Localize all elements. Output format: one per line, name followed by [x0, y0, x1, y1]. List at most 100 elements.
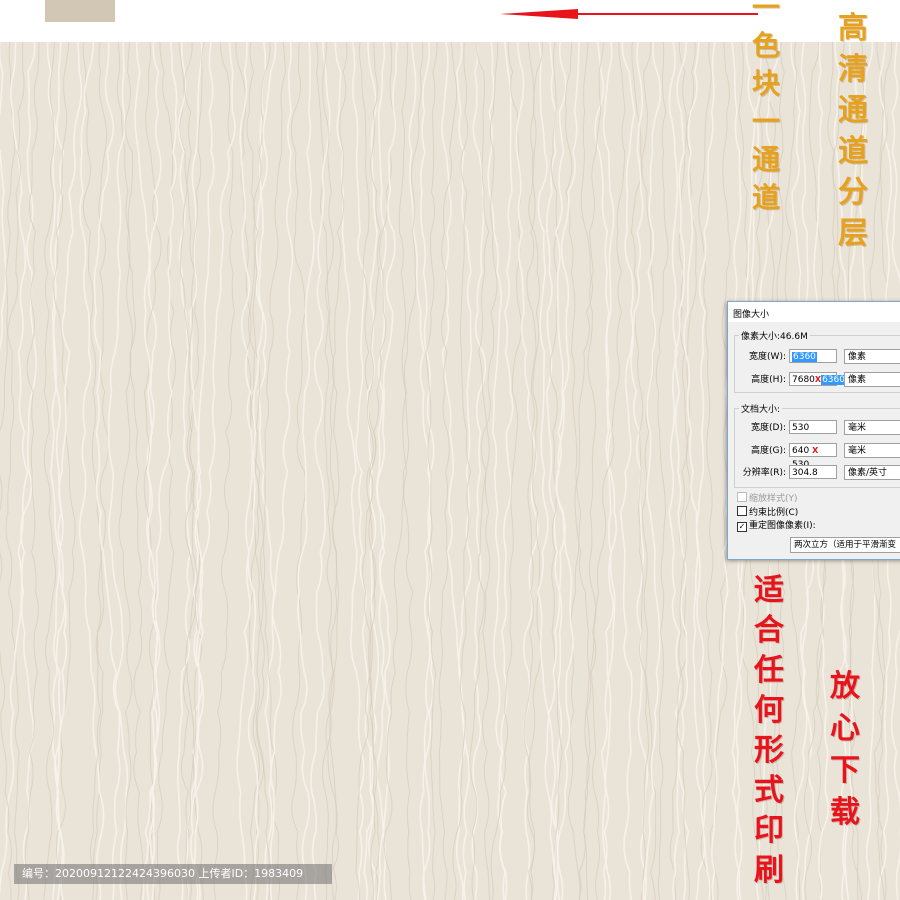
callout-char: 适: [754, 573, 784, 608]
callout-char: 分: [838, 175, 868, 210]
height-unit: 像素: [848, 375, 867, 385]
image-size-dialog: 图像大小 像素大小:46.6M 宽度(W): 6360 像素⌄ 高度(H): 7…: [727, 301, 900, 560]
resolution-unit-select[interactable]: 像素/英寸⌄: [844, 465, 900, 480]
callout-char: 通: [752, 143, 781, 176]
resolution-label: 分辨率(R):: [742, 468, 786, 478]
constrain-proportions-checkbox[interactable]: 约束比例(C): [737, 506, 798, 519]
callout-char: 道: [838, 134, 868, 169]
height-input[interactable]: 7680X6360: [789, 372, 846, 386]
resolution-input[interactable]: 304.8: [789, 465, 837, 479]
callout-char: 印: [754, 813, 784, 848]
texture-fiber: [527, 42, 542, 900]
texture-fiber: [246, 42, 265, 900]
height-new-value: 6360: [821, 375, 846, 385]
texture-fiber: [698, 42, 714, 900]
texture-fiber: [20, 42, 37, 900]
texture-fiber: [78, 42, 105, 900]
callout-hd-channel-layers: 高 清 通 道 分 层: [838, 14, 868, 260]
texture-fiber: [212, 42, 236, 900]
callout-char: 通: [838, 93, 868, 128]
texture-fiber: [43, 42, 57, 900]
callout-char: 高: [838, 11, 868, 46]
width-input[interactable]: 6360: [789, 349, 837, 363]
width-unit: 像素: [848, 352, 867, 362]
callout-char: 下: [830, 753, 860, 788]
texture-fiber: [672, 42, 689, 900]
doc-width-value: 530: [792, 423, 810, 433]
texture-fiber: [290, 42, 306, 900]
height-unit-select[interactable]: 像素⌄: [844, 372, 900, 387]
callout-char: 色: [752, 29, 781, 62]
callout-char: 式: [754, 773, 784, 808]
resolution-unit: 像素/英寸: [848, 468, 888, 478]
texture-fiber: [655, 42, 669, 900]
doc-height-label: 高度(G):: [750, 446, 786, 456]
doc-height-unit-select[interactable]: 毫米⌄: [844, 443, 900, 458]
dialog-title-bar: 图像大小: [728, 302, 900, 322]
callout-download: 放 心 下 载: [830, 672, 860, 840]
height-old-value: 7680: [792, 375, 815, 385]
callout-char: 何: [754, 693, 784, 728]
dialog-title: 图像大小: [733, 310, 770, 320]
resample-label: 重定图像像素(I):: [749, 521, 816, 531]
callout-char: 载: [830, 795, 860, 830]
texture-fiber: [600, 42, 616, 900]
width-label: 宽度(W):: [749, 352, 786, 362]
callout-char: 一: [752, 105, 781, 138]
callout-char: 心: [830, 711, 860, 746]
checkbox-box: [737, 492, 747, 502]
texture-fiber: [383, 42, 410, 900]
height-label: 高度(H):: [751, 375, 786, 385]
texture-fiber: [107, 42, 129, 900]
texture-fiber: [315, 42, 339, 900]
left-arrow-icon: [500, 9, 758, 19]
callout-char: 形: [754, 733, 784, 768]
doc-width-unit-select[interactable]: 毫米⌄: [844, 420, 900, 435]
texture-fiber: [578, 42, 626, 900]
texture-fiber: [82, 42, 105, 900]
doc-height-input[interactable]: 640 X 530: [789, 443, 837, 470]
callout-char: 清: [838, 52, 868, 87]
texture-fiber: [329, 42, 348, 900]
texture-fiber: [176, 42, 192, 900]
callout-swatch-channel: 一 色 块 一 通 道: [752, 0, 780, 222]
scale-styles-checkbox[interactable]: 缩放样式(Y): [737, 492, 798, 505]
scale-styles-label: 缩放样式(Y): [749, 494, 798, 504]
x-mark-icon: X: [812, 446, 819, 455]
resample-checkbox[interactable]: ✓ 重定图像像素(I):: [737, 520, 816, 532]
constrain-label: 约束比例(C): [749, 508, 799, 518]
texture-fiber: [376, 42, 387, 900]
width-value: 6360: [792, 352, 817, 362]
doc-width-label: 宽度(D):: [751, 423, 786, 433]
resolution-value: 304.8: [792, 468, 818, 478]
texture-fiber: [269, 42, 294, 900]
callout-char: 合: [754, 613, 784, 648]
color-swatch: [45, 0, 115, 22]
callout-char: 道: [752, 181, 781, 214]
doc-width-input[interactable]: 530: [789, 420, 837, 434]
checkbox-box: [737, 506, 747, 516]
texture-fiber: [118, 42, 134, 900]
texture-fiber: [236, 42, 254, 900]
doc-width-unit: 毫米: [848, 423, 867, 433]
texture-fiber: [574, 42, 594, 900]
callout-char: 放: [830, 669, 860, 704]
resample-method-select[interactable]: 两次立方（适用于平滑渐变: [790, 537, 900, 553]
checkmark-icon: ✓: [737, 522, 747, 532]
doc-height-unit: 毫米: [848, 446, 867, 456]
callout-print-any: 适 合 任 何 形 式 印 刷: [754, 576, 784, 896]
callout-char: 块: [752, 67, 781, 100]
callout-char: 任: [754, 653, 784, 688]
texture-fiber: [471, 42, 487, 900]
image-id-text: 编号：20200912122424396030 上传者ID：1983409: [22, 867, 304, 880]
texture-fiber: [0, 42, 29, 896]
doc-height-old-value: 640: [792, 446, 810, 456]
doc-size-label: 文档大小:: [739, 402, 783, 415]
resample-method-value: 两次立方（适用于平滑渐变: [794, 540, 897, 550]
texture-fiber: [402, 42, 424, 900]
texture-fiber: [594, 42, 618, 900]
texture-fiber: [5, 42, 20, 900]
image-id-bar: 编号：20200912122424396030 上传者ID：1983409: [14, 864, 332, 884]
width-unit-select[interactable]: 像素⌄: [844, 349, 900, 364]
callout-char: 刷: [754, 853, 784, 888]
